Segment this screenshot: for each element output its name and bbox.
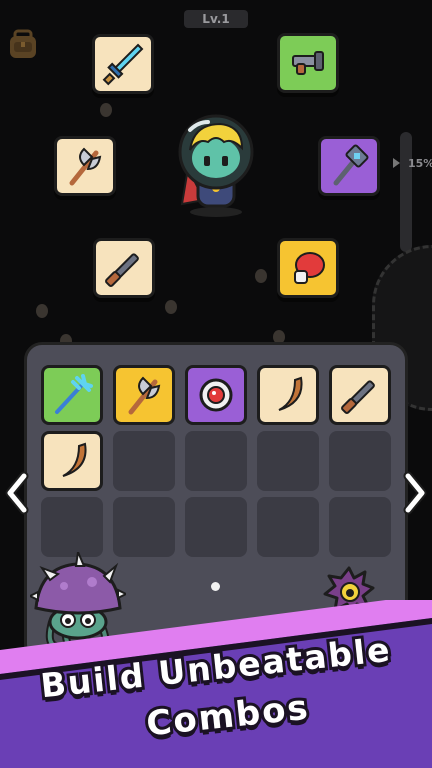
inventory-slot-empty[interactable] — [257, 431, 319, 491]
xp-crumb — [36, 304, 48, 318]
weapon-card-sword[interactable] — [92, 34, 154, 94]
gauge-percent: 15% — [408, 157, 432, 170]
chevron-left-icon[interactable] — [4, 470, 30, 516]
level-indicator: Lv.1 — [184, 10, 248, 28]
inventory-slot-empty[interactable] — [113, 497, 175, 557]
inventory-slot-empty[interactable] — [185, 431, 247, 491]
boomerang-icon — [62, 442, 87, 477]
inventory-slot-axe[interactable] — [113, 365, 175, 425]
xp-crumb — [255, 269, 267, 283]
inventory-slot-empty[interactable] — [41, 497, 103, 557]
xp-crumb — [100, 103, 112, 117]
rifle-icon — [105, 253, 139, 287]
game-screen: Lv.1 15% Build Unbeatable Combos — [0, 0, 432, 768]
inventory-slot-boomerang[interactable] — [41, 431, 103, 491]
inventory-slot-empty[interactable] — [185, 497, 247, 557]
inventory-slot-empty[interactable] — [329, 431, 391, 491]
gauge-pointer-icon — [393, 158, 400, 168]
inventory-slot-empty[interactable] — [329, 497, 391, 557]
inventory-slot-trident[interactable] — [41, 365, 103, 425]
inventory-slot-rifle[interactable] — [329, 365, 391, 425]
side-gauge — [400, 132, 412, 252]
backpack-icon[interactable] — [6, 28, 40, 60]
weapon-card-glove[interactable] — [277, 238, 339, 298]
axe-icon — [128, 376, 161, 415]
hammer-icon — [333, 144, 369, 186]
weapon-card-axe[interactable] — [54, 136, 116, 196]
axe-icon — [69, 147, 102, 186]
blaster-icon — [292, 51, 324, 75]
page-indicator-dot — [211, 582, 220, 591]
chevron-right-icon[interactable] — [402, 470, 428, 516]
rifle-icon — [341, 380, 375, 414]
boomerang-icon — [278, 376, 303, 411]
inventory-slot-empty[interactable] — [257, 497, 319, 557]
weapon-card-blaster[interactable] — [277, 33, 339, 93]
target-drone-icon — [199, 378, 233, 412]
inventory-slot-boomerang[interactable] — [257, 365, 319, 425]
hero-character — [178, 114, 254, 217]
weapon-card-hammer[interactable] — [318, 136, 380, 196]
inventory-slot-target[interactable] — [185, 365, 247, 425]
sword-icon — [102, 43, 144, 86]
weapon-card-rifle[interactable] — [93, 238, 155, 298]
trident-icon — [55, 374, 93, 414]
inventory-slot-empty[interactable] — [113, 431, 175, 491]
boxing-glove-icon — [294, 252, 325, 284]
xp-crumb — [165, 300, 177, 314]
